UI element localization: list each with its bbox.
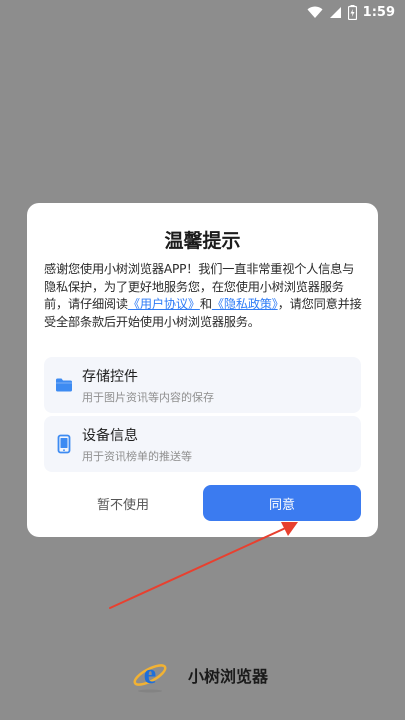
battery-icon: [347, 4, 357, 20]
permission-description: 用于资讯榜单的推送等: [82, 450, 192, 463]
svg-text:e: e: [144, 659, 156, 690]
agree-button[interactable]: 同意: [203, 485, 361, 521]
permission-storage: 存储控件 用于图片资讯等内容的保存: [44, 357, 361, 413]
body-text-and: 和: [199, 297, 212, 311]
signal-icon: [329, 6, 341, 18]
browser-logo-icon: e: [133, 659, 167, 693]
dialog-title: 温馨提示: [164, 230, 241, 252]
folder-icon: [56, 378, 72, 392]
user-agreement-link[interactable]: 《用户协议》: [128, 297, 200, 311]
phone-icon: [57, 434, 71, 454]
privacy-dialog: 温馨提示 感谢您使用小树浏览器APP！我们一直非常重视个人信息与隐私保护，为了更…: [27, 203, 378, 537]
status-icons: 1:59: [307, 4, 395, 20]
permission-description: 用于图片资讯等内容的保存: [82, 391, 214, 404]
app-name: 小树浏览器: [188, 667, 269, 686]
permission-title: 存储控件: [82, 369, 138, 385]
permission-title: 设备信息: [82, 428, 138, 444]
privacy-policy-link[interactable]: 《隐私政策》: [212, 297, 278, 311]
permission-device-info: 设备信息 用于资讯榜单的推送等: [44, 416, 361, 472]
status-bar: 1:59: [0, 0, 405, 24]
wifi-icon: [307, 6, 323, 18]
decline-button[interactable]: 暂不使用: [44, 485, 202, 521]
status-time: 1:59: [362, 4, 395, 20]
dialog-body-text: 感谢您使用小树浏览器APP！我们一直非常重视个人信息与隐私保护，为了更好地服务您…: [44, 261, 362, 331]
